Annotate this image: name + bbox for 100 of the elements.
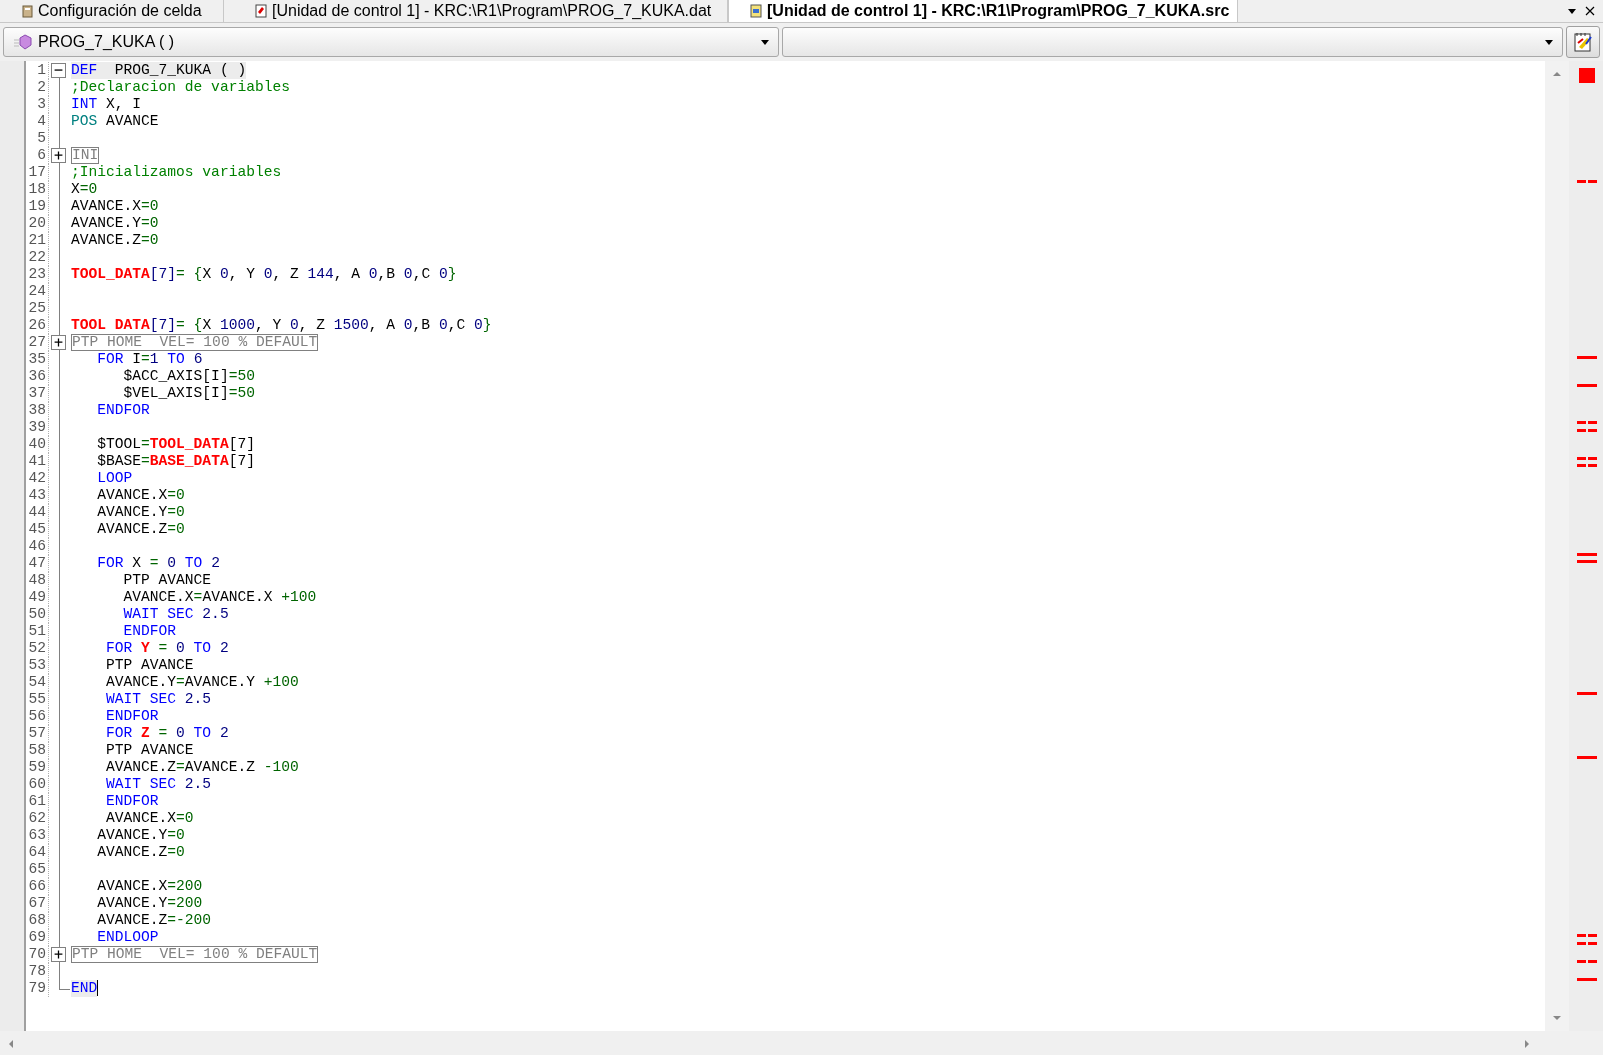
line-number: 37 [26,385,49,402]
line-number: 41 [26,453,49,470]
dropdown-arrow-icon [1544,37,1554,47]
code-line: FOR I=1 TO 6 [96,351,203,368]
line-number: 5 [26,130,49,147]
scroll-down-icon[interactable] [1552,1013,1562,1023]
line-number: 1 [26,62,49,79]
line-number: 44 [26,504,49,521]
code-line: ENDFOR [96,402,150,419]
cube-icon [12,34,32,50]
line-number: 3 [26,96,49,113]
code-line: FOR X = 0 TO 2 [96,555,220,572]
line-number: 24 [26,283,49,300]
code-line: WAIT SEC 2.5 [105,691,212,708]
expand-icon[interactable] [51,335,66,350]
code-line: $VEL_AXIS[I]=50 [122,385,255,402]
line-number: 36 [26,368,49,385]
code-line: AVANCE.X=0 [105,810,194,827]
code-line: PTP AVANCE [105,742,194,759]
line-number: 66 [26,878,49,895]
code-line: ;Declaracion de variables [71,79,290,96]
line-number: 26 [26,317,49,334]
cabinet-icon [20,4,34,18]
line-number: 4 [26,113,49,130]
line-number: 21 [26,232,49,249]
line-number: 59 [26,759,49,776]
line-number: 57 [26,725,49,742]
line-number: 69 [26,929,49,946]
code-line: AVANCE.X=0 [71,198,159,215]
document-tab[interactable]: [Unidad de control 1] - KRC:\R1\Program\PROG_7_KUKA.src [728,0,1239,22]
line-number: 52 [26,640,49,657]
code-line: AVANCE.Y=AVANCE.Y +100 [105,674,299,691]
code-line: ;Inicializamos variables [71,164,282,181]
line-number: 46 [26,538,49,555]
line-number: 40 [26,436,49,453]
line-number: 43 [26,487,49,504]
scroll-right-icon[interactable] [1522,1038,1532,1049]
code-line: FOR Y = 0 TO 2 [105,640,229,657]
expand-icon[interactable] [51,148,66,163]
code-line: WAIT SEC 2.5 [105,776,212,793]
line-number: 35 [26,351,49,368]
file-icon [254,4,268,18]
line-number: 51 [26,623,49,640]
line-number: 63 [26,827,49,844]
code-line: PTP AVANCE [122,572,212,589]
line-number: 67 [26,895,49,912]
line-number: 19 [26,198,49,215]
code-line: PTP AVANCE [105,657,194,674]
code-line: AVANCE.Z=-200 [96,912,212,929]
line-number: 54 [26,674,49,691]
file-icon [749,4,763,18]
notepad-button[interactable] [1566,26,1600,58]
line-number: 45 [26,521,49,538]
line-number: 58 [26,742,49,759]
code-line: $BASE=BASE_DATA[7] [96,453,255,470]
line-number: 64 [26,844,49,861]
line-number: 55 [26,691,49,708]
line-number: 78 [26,963,49,980]
code-line: ENDFOR [105,793,159,810]
code-line: TOOL DATA[7]= {X 1000, Y 0, Z 1500, A 0,B 0,C 0} [71,317,492,334]
code-line: WAIT SEC 2.5 [122,606,229,623]
line-number: 65 [26,861,49,878]
dropdown-arrow-icon[interactable] [1567,6,1577,16]
dropdown-arrow-icon [760,37,770,47]
line-number: 62 [26,810,49,827]
close-icon[interactable] [1585,6,1595,16]
line-number: 47 [26,555,49,572]
code-line: AVANCE.Y=0 [96,504,185,521]
line-number: 50 [26,606,49,623]
code-line: ENDFOR [105,708,159,725]
line-number: 18 [26,181,49,198]
code-line: AVANCE.Z=0 [96,844,185,861]
line-number: 48 [26,572,49,589]
scroll-up-icon[interactable] [1552,69,1562,79]
collapse-icon[interactable] [51,63,66,78]
line-number: 53 [26,657,49,674]
code-line: POS AVANCE [71,113,159,130]
expand-icon[interactable] [51,947,66,962]
line-number: 20 [26,215,49,232]
code-line: AVANCE.Z=0 [96,521,185,538]
line-number: 61 [26,793,49,810]
code-line: $ACC_AXIS[I]=50 [122,368,255,385]
line-number: 38 [26,402,49,419]
line-number: 23 [26,266,49,283]
code-line: AVANCE.Z=AVANCE.Z -100 [105,759,299,776]
code-line: AVANCE.Y=0 [71,215,159,232]
code-line: X=0 [71,181,98,198]
line-number: 79 [26,980,49,997]
code-line: TOOL_DATA[7]= {X 0, Y 0, Z 144, A 0,B 0,C 0} [71,266,457,283]
line-number: 6 [26,147,49,164]
code-line: DEF PROG_7_KUKA ( ) [71,62,247,79]
line-number: 70 [26,946,49,963]
code-line: ENDLOOP [96,929,159,946]
code-line: $TOOL=TOOL_DATA[7] [96,436,255,453]
notepad-icon [1572,31,1594,53]
module-dropdown[interactable]: PROG_7_KUKA ( ) [3,27,779,57]
line-number: 60 [26,776,49,793]
line-number: 42 [26,470,49,487]
line-number: 17 [26,164,49,181]
line-number: 27 [26,334,49,351]
